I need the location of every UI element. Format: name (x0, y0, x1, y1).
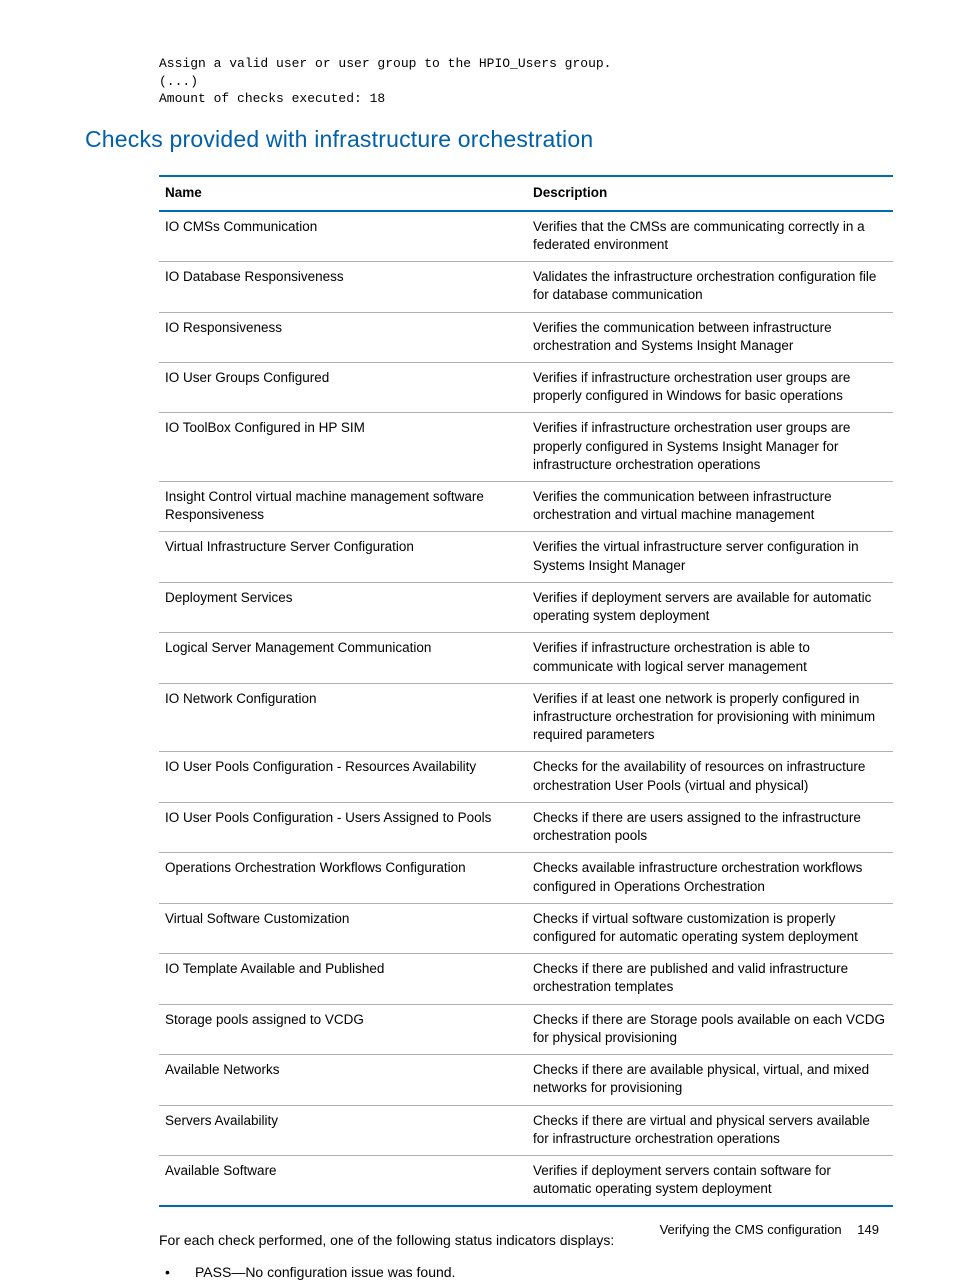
cell-description: Verifies that the CMSs are communicating… (527, 211, 893, 262)
footer-title: Verifying the CMS configuration (660, 1222, 842, 1237)
cell-description: Verifies the communication between infra… (527, 312, 893, 362)
code-line: Amount of checks executed: 18 (159, 91, 385, 106)
table-row: Available SoftwareVerifies if deployment… (159, 1155, 893, 1206)
cell-name: Virtual Infrastructure Server Configurat… (159, 532, 527, 582)
cell-name: IO Database Responsiveness (159, 262, 527, 312)
code-line: Assign a valid user or user group to the… (159, 56, 611, 71)
cell-name: Insight Control virtual machine manageme… (159, 482, 527, 532)
cell-name: Operations Orchestration Workflows Confi… (159, 853, 527, 903)
table-row: IO CMSs CommunicationVerifies that the C… (159, 211, 893, 262)
cell-description: Checks if there are virtual and physical… (527, 1105, 893, 1155)
table-row: IO User Pools Configuration - Resources … (159, 752, 893, 802)
cell-description: Verifies if infrastructure orchestration… (527, 413, 893, 482)
table-row: IO Template Available and PublishedCheck… (159, 954, 893, 1004)
cell-name: IO ToolBox Configured in HP SIM (159, 413, 527, 482)
cell-description: Checks if there are published and valid … (527, 954, 893, 1004)
table-row: Storage pools assigned to VCDGChecks if … (159, 1004, 893, 1054)
table-row: IO User Groups ConfiguredVerifies if inf… (159, 362, 893, 412)
cell-name: Virtual Software Customization (159, 903, 527, 953)
table-row: Insight Control virtual machine manageme… (159, 482, 893, 532)
cell-name: Servers Availability (159, 1105, 527, 1155)
cell-description: Verifies if infrastructure orchestration… (527, 633, 893, 683)
section-heading: Checks provided with infrastructure orch… (85, 126, 879, 153)
cell-description: Verifies the communication between infra… (527, 482, 893, 532)
cell-description: Verifies if deployment servers contain s… (527, 1155, 893, 1206)
table-row: Logical Server Management CommunicationV… (159, 633, 893, 683)
table-header-name: Name (159, 176, 527, 211)
cell-name: IO Template Available and Published (159, 954, 527, 1004)
table-row: IO Database ResponsivenessValidates the … (159, 262, 893, 312)
table-row: Servers AvailabilityChecks if there are … (159, 1105, 893, 1155)
table-row: Available NetworksChecks if there are av… (159, 1055, 893, 1105)
table-row: Virtual Software CustomizationChecks if … (159, 903, 893, 953)
page-number: 149 (857, 1222, 879, 1237)
page-footer: Verifying the CMS configuration 149 (660, 1222, 879, 1237)
cell-description: Verifies if at least one network is prop… (527, 683, 893, 752)
cell-name: Storage pools assigned to VCDG (159, 1004, 527, 1054)
cell-name: IO User Pools Configuration - Users Assi… (159, 802, 527, 852)
cell-description: Verifies if infrastructure orchestration… (527, 362, 893, 412)
table-row: IO ToolBox Configured in HP SIMVerifies … (159, 413, 893, 482)
cell-name: IO CMSs Communication (159, 211, 527, 262)
table-row: IO ResponsivenessVerifies the communicat… (159, 312, 893, 362)
table-row: Deployment ServicesVerifies if deploymen… (159, 582, 893, 632)
bullet-item: • PASS—No configuration issue was found. (159, 1263, 879, 1283)
cell-name: IO User Groups Configured (159, 362, 527, 412)
cell-name: IO User Pools Configuration - Resources … (159, 752, 527, 802)
cell-description: Verifies the virtual infrastructure serv… (527, 532, 893, 582)
table-row: IO User Pools Configuration - Users Assi… (159, 802, 893, 852)
cell-description: Checks for the availability of resources… (527, 752, 893, 802)
table-header-description: Description (527, 176, 893, 211)
cell-description: Checks if there are Storage pools availa… (527, 1004, 893, 1054)
cell-name: Logical Server Management Communication (159, 633, 527, 683)
bullet-icon: • (159, 1263, 195, 1283)
checks-table: Name Description IO CMSs CommunicationVe… (159, 175, 893, 1208)
cell-name: Available Software (159, 1155, 527, 1206)
cell-description: Checks if there are available physical, … (527, 1055, 893, 1105)
table-row: IO Network ConfigurationVerifies if at l… (159, 683, 893, 752)
code-line: (...) (159, 74, 198, 89)
cell-description: Validates the infrastructure orchestrati… (527, 262, 893, 312)
cell-description: Checks if virtual software customization… (527, 903, 893, 953)
cell-description: Checks available infrastructure orchestr… (527, 853, 893, 903)
cell-name: Deployment Services (159, 582, 527, 632)
cell-description: Verifies if deployment servers are avail… (527, 582, 893, 632)
code-block: Assign a valid user or user group to the… (159, 55, 879, 108)
table-row: Operations Orchestration Workflows Confi… (159, 853, 893, 903)
cell-name: Available Networks (159, 1055, 527, 1105)
table-row: Virtual Infrastructure Server Configurat… (159, 532, 893, 582)
cell-name: IO Responsiveness (159, 312, 527, 362)
cell-description: Checks if there are users assigned to th… (527, 802, 893, 852)
bullet-text: PASS—No configuration issue was found. (195, 1263, 455, 1283)
cell-name: IO Network Configuration (159, 683, 527, 752)
